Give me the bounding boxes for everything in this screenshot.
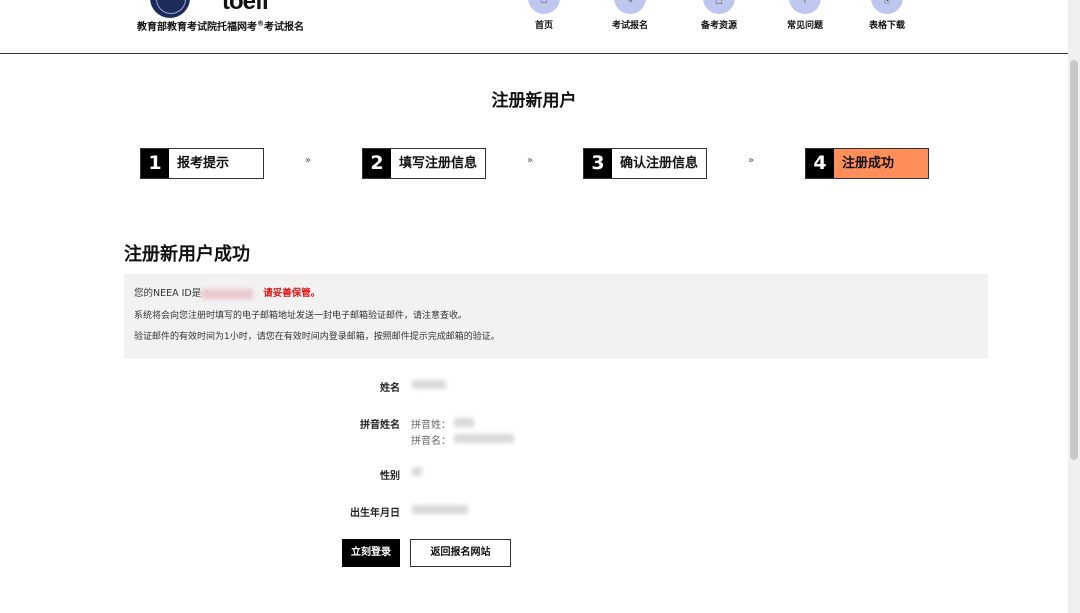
nav-item-download[interactable]: ⎘ 表格下载 (852, 0, 922, 31)
birth-date-value-redacted (412, 505, 468, 514)
nav-label: 考试报名 (611, 21, 648, 31)
pinyin-given-value-redacted (454, 434, 514, 443)
pinyin-given-label: 拼音名： (411, 436, 451, 447)
site-title: 教育部教育考试院托福网考®考试报名 (137, 18, 304, 33)
nav-item-resources[interactable]: ▢ 备考资源 (684, 0, 754, 31)
neea-id-value-redacted (201, 288, 254, 299)
success-title: 注册新用户成功 (124, 244, 250, 265)
resources-icon: ▢ (703, 0, 735, 14)
step-label: 确认注册信息 (620, 156, 699, 171)
name-label: 姓名 (380, 383, 400, 394)
nav-item-faq[interactable]: ? 常见问题 (770, 0, 840, 31)
site-title-main: 教育部教育考试院托福网考 (137, 22, 257, 33)
step-number: 4 (806, 149, 834, 178)
pinyin-name-label: 拼音姓名 (360, 420, 400, 431)
nav-item-register[interactable]: ✎ 考试报名 (595, 0, 665, 31)
neea-id-line: 您的NEEA ID是 请妥善保管。 (134, 285, 320, 299)
step-arrow-icon: » (527, 155, 534, 166)
step-3: 3 确认注册信息 (583, 148, 707, 179)
download-icon: ⎘ (871, 0, 903, 14)
name-value-redacted (412, 380, 446, 389)
step-arrow-icon: » (305, 155, 312, 166)
email-notice-line: 系统将会向您注册时填写的电子邮箱地址发送一封电子邮箱验证邮件，请注意查收。 (134, 311, 468, 321)
step-label: 报考提示 (177, 156, 230, 171)
register-icon: ✎ (614, 0, 646, 14)
page-scrollbar[interactable] (1068, 0, 1080, 613)
birth-date-label: 出生年月日 (350, 508, 400, 519)
scrollbar-thumb[interactable] (1070, 60, 1078, 460)
step-number: 1 (141, 149, 169, 178)
nav-item-home[interactable]: ▭ 首页 (509, 0, 579, 31)
login-now-button[interactable]: 立刻登录 (342, 539, 400, 567)
nav-label: 首页 (534, 21, 553, 31)
toefl-logo[interactable]: toefl (222, 0, 269, 16)
nav-label: 常见问题 (786, 21, 823, 31)
gender-label: 性别 (380, 471, 400, 482)
site-header: toefl 教育部教育考试院托福网考®考试报名 ▭ 首页 ✎ 考试报名 ▢ 备考… (0, 0, 1068, 54)
registered-mark: ® (257, 19, 264, 28)
step-number: 2 (363, 149, 391, 178)
pinyin-surname-label: 拼音姓： (411, 420, 451, 431)
info-notice-box: 您的NEEA ID是 请妥善保管。 系统将会向您注册时填写的电子邮箱地址发送一封电… (124, 274, 988, 359)
step-label: 填写注册信息 (399, 156, 478, 171)
nav-label: 备考资源 (700, 21, 737, 31)
keep-safe-warning: 请妥善保管。 (263, 288, 321, 299)
site-title-suffix: 考试报名 (264, 22, 304, 33)
home-icon: ▭ (528, 0, 560, 14)
gender-value-redacted (412, 467, 422, 476)
neea-emblem-logo[interactable] (150, 0, 190, 18)
back-to-site-button[interactable]: 返回报名网站 (410, 539, 511, 567)
step-label: 注册成功 (842, 156, 895, 171)
email-validity-line: 验证邮件的有效时间为1小时，请您在有效时间内登录邮箱，按照邮件提示完成邮箱的验证… (134, 332, 500, 342)
step-2: 2 填写注册信息 (362, 148, 486, 179)
step-4-active: 4 注册成功 (805, 148, 929, 179)
faq-icon: ? (789, 0, 821, 14)
neea-id-prefix: 您的NEEA ID是 (134, 288, 202, 299)
page-title: 注册新用户 (491, 91, 577, 111)
step-arrow-icon: » (748, 155, 755, 166)
nav-label: 表格下载 (868, 21, 905, 31)
step-number: 3 (584, 149, 612, 178)
pinyin-surname-value-redacted (454, 418, 474, 427)
step-1: 1 报考提示 (140, 148, 264, 179)
